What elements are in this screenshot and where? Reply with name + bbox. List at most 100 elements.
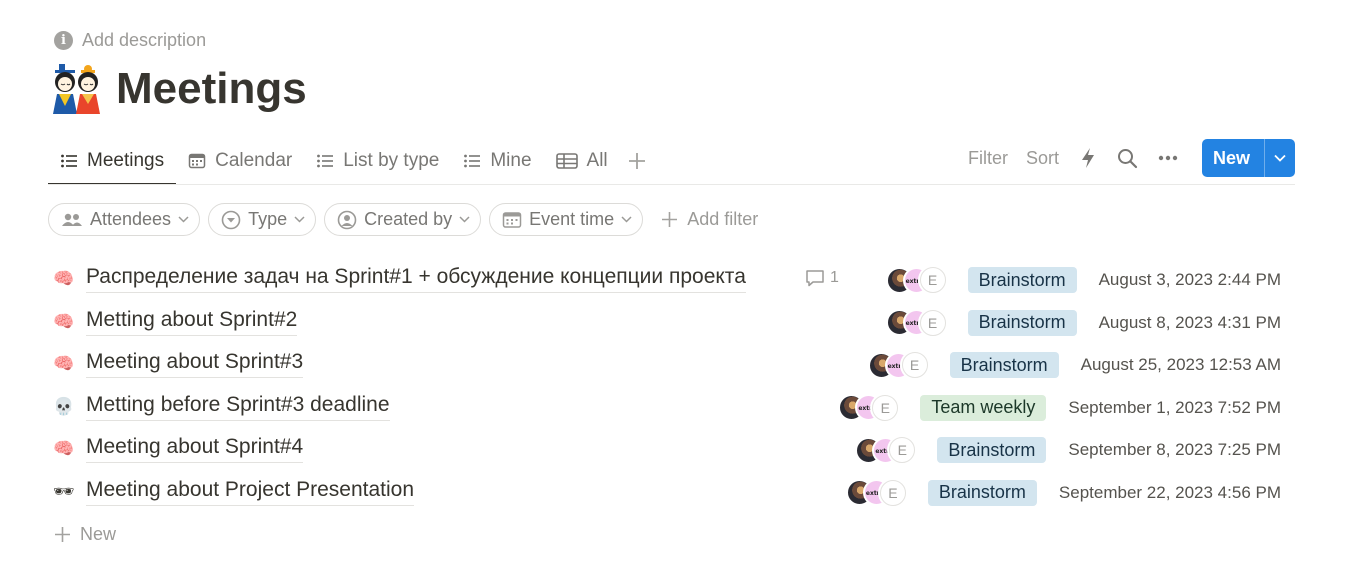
filter-type[interactable]: Type [208, 203, 317, 236]
filter-attendees[interactable]: Attendees [48, 203, 201, 236]
filter-label: Attendees [90, 209, 172, 229]
tab-label: Calendar [215, 150, 293, 171]
filter-label: Type [248, 209, 288, 229]
avatar: E [901, 352, 928, 379]
row-properties: extract E Brainstorm September 8, 2023 7… [855, 435, 1281, 465]
filter-button[interactable]: Filter [959, 148, 1017, 169]
type-tag: Brainstorm [949, 352, 1059, 379]
avatar: E [919, 309, 946, 336]
add-view-button[interactable] [620, 138, 654, 184]
add-filter-label: Add filter [687, 209, 759, 229]
meeting-title[interactable]: Meeting about Project Presentation [86, 478, 415, 506]
doll-emoji-icon[interactable] [50, 62, 104, 116]
brain-icon: 🧠 [53, 439, 75, 459]
tab-label: All [586, 150, 608, 171]
info-icon: i [54, 30, 73, 50]
filter-created-by[interactable]: Created by [324, 203, 482, 236]
list-item[interactable]: 💀 Metting before Sprint#3 deadline extra… [48, 386, 1295, 429]
meetings-list: 🧠 Распределение задач на Sprint#1 + обсу… [48, 258, 1295, 514]
list-item[interactable]: 🧠 Meeting about Sprint#3 extract E Brain… [48, 343, 1295, 386]
more-icon[interactable] [1156, 146, 1180, 170]
chevron-down-icon [621, 216, 632, 223]
type-tag: Brainstorm [967, 267, 1077, 293]
calendar-icon [188, 153, 206, 169]
people-icon [62, 213, 82, 226]
avatar: E [919, 267, 946, 293]
attendees[interactable]: extract E [867, 351, 928, 379]
row-properties: extract E Brainstorm August 3, 2023 2:44… [885, 265, 1281, 295]
avatar: E [889, 437, 916, 464]
tab-all[interactable]: All [544, 138, 620, 184]
plus-icon [662, 212, 678, 227]
search-icon[interactable] [1116, 146, 1140, 170]
database-toolbar: Filter Sort New [959, 139, 1295, 177]
page-title: Meetings [116, 64, 307, 113]
list-item[interactable]: 🧠 Распределение задач на Sprint#1 + обсу… [48, 258, 1295, 301]
avatar: E [879, 479, 906, 506]
attendees[interactable]: extract E [885, 266, 946, 294]
table-icon [555, 153, 578, 169]
row-properties: extract E Team weekly September 1, 2023 … [838, 393, 1281, 423]
add-description-label: Add description [82, 29, 207, 50]
chevron-down-icon [294, 216, 305, 223]
tab-divider [48, 184, 1295, 185]
event-time: August 8, 2023 4:31 PM [1098, 312, 1281, 332]
tab-meetings[interactable]: Meetings [48, 138, 177, 185]
filter-bar: Attendees Type Created by Event time Add… [48, 203, 758, 236]
list-item[interactable]: 🕶 Meeting about Project Presentation ext… [48, 471, 1295, 514]
attendees[interactable]: extract E [855, 436, 916, 464]
avatar: E [872, 394, 899, 421]
list-icon [61, 154, 77, 168]
attendees[interactable]: extract E [845, 479, 906, 507]
row-properties: extract E Brainstorm August 8, 2023 4:31… [885, 308, 1281, 338]
meeting-title[interactable]: Metting before Sprint#3 deadline [86, 393, 390, 421]
brain-icon: 🧠 [53, 354, 75, 374]
list-item[interactable]: 🧠 Meeting about Sprint#4 extract E Brain… [48, 428, 1295, 471]
type-tag: Brainstorm [967, 309, 1077, 336]
list-icon [464, 154, 481, 168]
tab-label: Meetings [87, 150, 165, 171]
add-description[interactable]: i Add description [54, 29, 206, 51]
event-time: September 22, 2023 4:56 PM [1058, 482, 1281, 502]
lightning-icon[interactable] [1076, 146, 1100, 170]
type-tag: Brainstorm [937, 437, 1047, 464]
sort-button[interactable]: Sort [1017, 148, 1068, 169]
filter-label: Event time [529, 209, 615, 229]
calendar-icon [502, 211, 522, 228]
page-header: Meetings [50, 62, 307, 116]
new-button-group: New [1201, 139, 1295, 177]
event-time: September 1, 2023 7:52 PM [1068, 397, 1281, 417]
tab-calendar[interactable]: Calendar [176, 138, 304, 184]
tab-mine[interactable]: Mine [451, 138, 543, 184]
tab-label: Mine [490, 150, 532, 171]
meeting-title[interactable]: Meeting about Sprint#4 [86, 435, 304, 464]
attendees[interactable]: extract E [838, 394, 899, 422]
tab-label: List by type [343, 150, 440, 171]
chevron-down-icon [178, 216, 189, 223]
meeting-title[interactable]: Meeting about Sprint#3 [86, 350, 304, 379]
new-button[interactable]: New [1202, 139, 1264, 177]
type-tag: Brainstorm [927, 479, 1037, 506]
sunglasses-icon: 🕶 [53, 481, 75, 501]
tab-list-by-type[interactable]: List by type [304, 138, 451, 184]
meeting-title[interactable]: Metting about Sprint#2 [86, 308, 298, 336]
meeting-title[interactable]: Распределение задач на Sprint#1 + обсужд… [86, 265, 746, 293]
attendees[interactable]: extract E [885, 309, 946, 337]
new-row-label: New [80, 524, 117, 544]
add-new-row-button[interactable]: New [54, 524, 116, 545]
type-tag: Team weekly [920, 394, 1047, 421]
plus-icon [55, 527, 70, 542]
row-properties: extract E Brainstorm August 25, 2023 12:… [867, 350, 1281, 380]
new-dropdown-button[interactable] [1264, 139, 1295, 177]
brain-icon: 🧠 [53, 311, 75, 331]
comment-count-value: 1 [830, 269, 839, 286]
add-filter-button[interactable]: Add filter [661, 209, 758, 230]
comment-count[interactable]: 1 [805, 269, 839, 287]
list-icon [317, 154, 334, 168]
row-properties: extract E Brainstorm September 22, 2023 … [845, 478, 1281, 508]
list-item[interactable]: 🧠 Metting about Sprint#2 extract E Brain… [48, 301, 1295, 344]
comment-icon [806, 270, 824, 287]
filter-event-time[interactable]: Event time [489, 203, 644, 236]
brain-icon: 🧠 [53, 269, 75, 288]
chevron-down-icon [1274, 154, 1286, 162]
